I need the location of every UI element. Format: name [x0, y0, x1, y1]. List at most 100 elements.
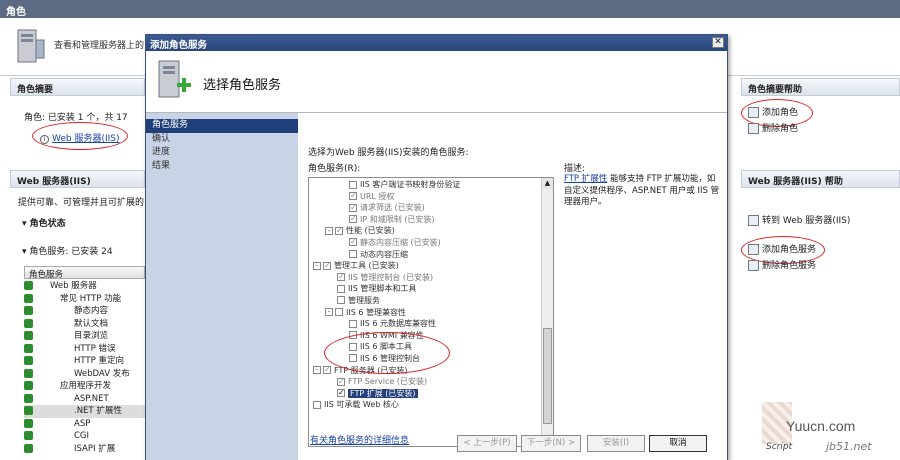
role-services-tree[interactable]: IIS 客户端证书映射身份验证 URL 授权请求筛选 (已安装)IP 和域限制 (…	[308, 177, 554, 447]
service-checkbox[interactable]	[313, 400, 321, 409]
add-roles-icon	[748, 107, 759, 118]
add-roles-link[interactable]: 添加角色	[748, 106, 798, 120]
service-checkbox[interactable]	[349, 250, 357, 259]
highlight-oval	[324, 332, 450, 374]
remove-role-services-icon	[748, 260, 759, 271]
service-checkbox[interactable]	[337, 271, 345, 283]
list-item[interactable]: 应用程序开发	[24, 380, 145, 393]
previous-button[interactable]: < 上一步(P)	[457, 435, 517, 452]
list-item[interactable]: .NET 扩展性	[24, 405, 145, 418]
service-label: 静态内容压缩 (已安装)	[360, 237, 441, 247]
service-tree-item[interactable]: - 管理工具 (已安装)	[309, 260, 553, 272]
service-tree-item[interactable]: 管理服务	[309, 295, 553, 307]
description-link[interactable]: FTP 扩展性	[564, 174, 607, 184]
cancel-button[interactable]: 取消	[649, 435, 707, 452]
service-label: IIS 6 元数据库兼容性	[360, 319, 436, 329]
service-checkbox[interactable]	[337, 387, 345, 399]
service-tree-item[interactable]: IIS 客户端证书映射身份验证	[309, 179, 553, 191]
watermark-sub: jb51.net	[826, 440, 872, 453]
list-item[interactable]: ASP.NET	[24, 393, 145, 406]
banner-text: 查看和管理服务器上的...	[54, 41, 153, 51]
scroll-thumb[interactable]	[543, 328, 552, 424]
service-tree-item[interactable]: - IIS 6 管理兼容性	[309, 307, 553, 319]
nav-item-progress[interactable]: 进度	[146, 146, 298, 160]
service-label: FTP 扩展 (已安装)	[348, 388, 418, 398]
list-item[interactable]: 静态内容	[24, 305, 145, 318]
service-tree-item[interactable]: URL 授权	[309, 190, 553, 203]
more-info-link[interactable]: 有关角色服务的详细信息	[310, 433, 409, 446]
service-tree-item[interactable]: IIS 6 元数据库兼容性	[309, 318, 553, 330]
list-item[interactable]: CGI	[24, 430, 145, 443]
remove-roles-link[interactable]: 删除角色	[748, 122, 798, 136]
service-label: 性能 (已安装)	[346, 226, 395, 236]
nav-item-role-services[interactable]: 角色服务	[146, 119, 298, 133]
expander-icon[interactable]: -	[313, 261, 321, 270]
go-to-iis-link[interactable]: 转到 Web 服务器(IIS)	[748, 214, 850, 228]
list-item[interactable]: WebDAV 发布	[24, 368, 145, 381]
expander-icon[interactable]: -	[313, 366, 321, 374]
close-icon[interactable]: ✕	[712, 37, 724, 48]
role-status-header[interactable]: ▾ 角色状态	[22, 216, 66, 229]
service-checkbox[interactable]	[323, 364, 331, 376]
add-role-services-dialog: 添加角色服务 ✕ 选择角色服务 角色服务 确认 进度 结果 选择为Web 服务器…	[145, 34, 728, 460]
service-checkbox[interactable]	[337, 284, 345, 293]
list-item[interactable]: HTTP 错误	[24, 343, 145, 356]
service-tree-item[interactable]: - 性能 (已安装)	[309, 225, 553, 237]
service-checkbox[interactable]	[349, 190, 357, 202]
service-label: IIS 管理控制台 (已安装)	[348, 272, 434, 282]
dialog-title-bar: 添加角色服务	[146, 35, 727, 51]
service-checkbox[interactable]	[323, 260, 331, 271]
service-tree-item[interactable]: 动态内容压缩	[309, 249, 553, 261]
service-checkbox[interactable]	[349, 180, 357, 189]
service-checkbox[interactable]	[337, 296, 345, 305]
service-tree-item[interactable]: FTP 扩展 (已安装)	[309, 387, 553, 400]
web-server-header[interactable]: Web 服务器(IIS)	[10, 170, 145, 188]
role-summary-header[interactable]: 角色摘要	[10, 78, 145, 96]
role-summary-help-link[interactable]: 角色摘要帮助	[741, 78, 900, 96]
instruction-text: 选择为Web 服务器(IIS)安装的角色服务:	[308, 148, 469, 158]
list-item[interactable]: HTTP 重定向	[24, 355, 145, 368]
service-checkbox[interactable]	[335, 225, 343, 236]
service-tree-item[interactable]: IIS 管理控制台 (已安装)	[309, 271, 553, 284]
web-server-help-link[interactable]: Web 服务器(IIS) 帮助	[741, 170, 900, 188]
dialog-header: 选择角色服务	[146, 51, 727, 113]
list-item[interactable]: Web 服务器	[24, 280, 145, 293]
nav-item-results[interactable]: 结果	[146, 160, 298, 174]
service-checkbox[interactable]	[349, 213, 357, 225]
install-button[interactable]: 安装(I)	[587, 435, 645, 452]
list-item[interactable]: ASP	[24, 418, 145, 431]
service-checkbox[interactable]	[349, 319, 357, 328]
service-checkbox[interactable]	[349, 202, 357, 213]
web-server-link[interactable]: i Web 服务器(IIS)	[40, 131, 120, 144]
list-item[interactable]: 目录浏览	[24, 330, 145, 343]
tree-label: 角色服务(R):	[308, 164, 361, 174]
expander-icon[interactable]: -	[325, 226, 333, 235]
service-tree-item[interactable]: 静态内容压缩 (已安装)	[309, 236, 553, 249]
service-tree-item[interactable]: IP 和域限制 (已安装)	[309, 213, 553, 226]
scroll-up-icon[interactable]: ▲	[542, 178, 553, 189]
list-item[interactable]: 默认文档	[24, 318, 145, 331]
remove-role-services-link[interactable]: 删除角色服务	[748, 259, 816, 273]
service-label: IIS 6 管理兼容性	[346, 307, 406, 317]
service-tree-item[interactable]: IIS 管理脚本和工具	[309, 283, 553, 295]
service-checkbox[interactable]	[337, 376, 345, 387]
expander-icon[interactable]: -	[325, 308, 333, 317]
tree-scrollbar[interactable]: ▲ ▼	[541, 178, 553, 446]
nav-item-confirmation[interactable]: 确认	[146, 133, 298, 147]
service-tree-item[interactable]: IIS 可承载 Web 核心	[309, 399, 553, 411]
next-button[interactable]: 下一步(N) >	[521, 435, 581, 452]
column-header-role-services[interactable]: 角色服务	[24, 266, 145, 280]
service-checkbox[interactable]	[335, 308, 343, 317]
service-tree-item[interactable]: FTP Service (已安装)	[309, 376, 553, 388]
service-checkbox[interactable]	[349, 236, 357, 248]
service-label: URL 授权	[360, 191, 395, 201]
list-item[interactable]: 常见 HTTP 功能	[24, 293, 145, 306]
service-label: IIS 可承载 Web 核心	[324, 400, 399, 410]
role-services-header[interactable]: ▾ 角色服务: 已安装 24	[22, 244, 113, 257]
service-tree-item[interactable]: 请求筛选 (已安装)	[309, 202, 553, 214]
add-server-icon	[158, 60, 191, 98]
description-text: FTP 扩展性 能够支持 FTP 扩展功能，如自定义提供程序、ASP.NET 用…	[564, 174, 720, 207]
list-item[interactable]: ISAPI 扩展	[24, 443, 145, 456]
service-label: IP 和域限制 (已安装)	[360, 214, 435, 224]
add-role-services-link[interactable]: 添加角色服务	[748, 243, 816, 257]
